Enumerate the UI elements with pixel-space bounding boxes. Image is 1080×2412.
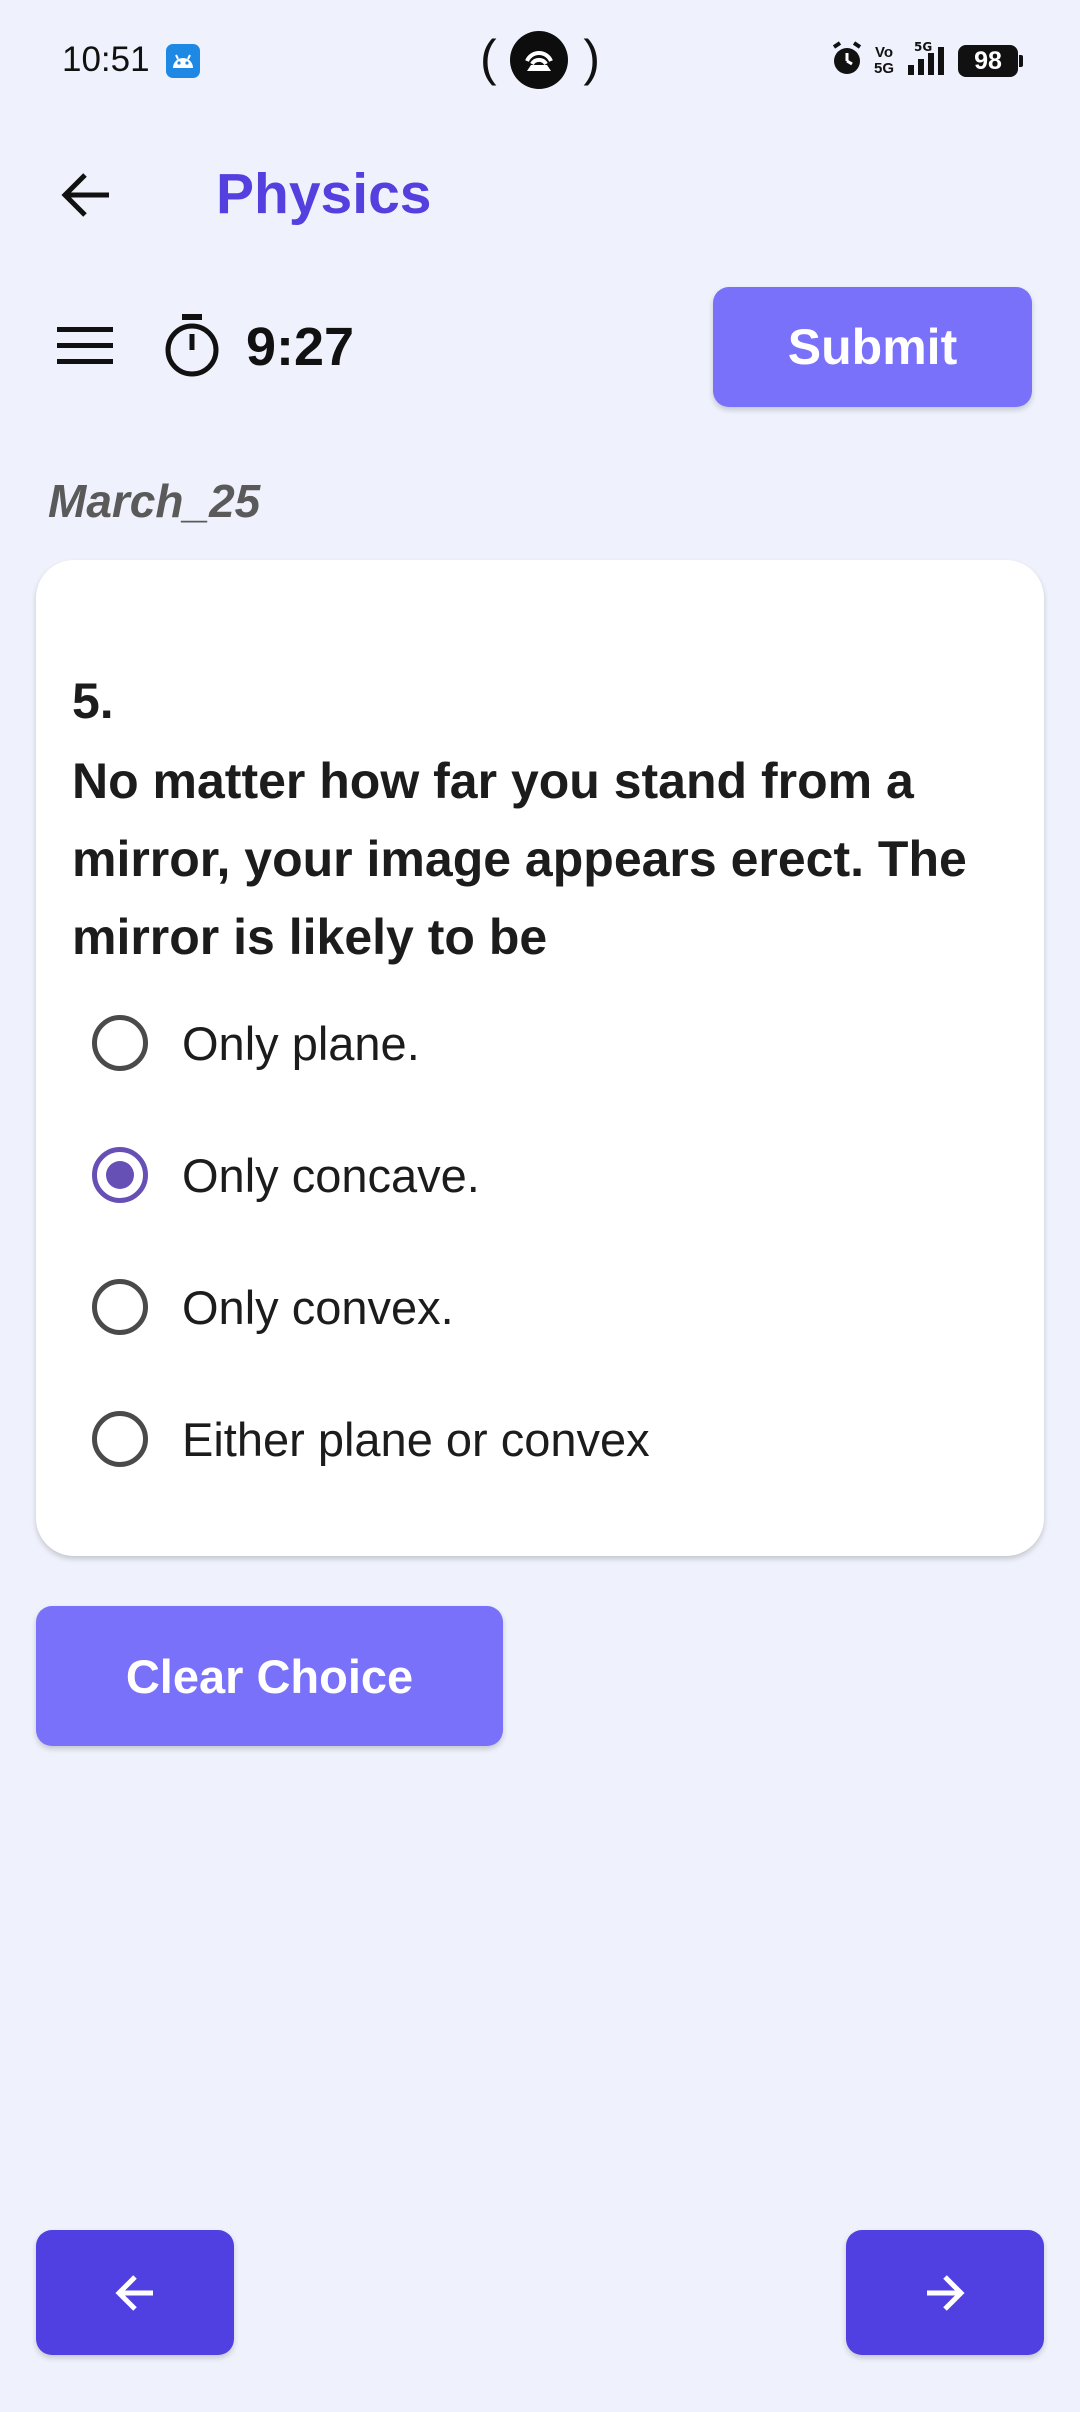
option-1[interactable]: Only plane. <box>72 993 992 1093</box>
svg-text:5G: 5G <box>914 41 932 54</box>
option-4[interactable]: Either plane or convex <box>72 1389 992 1489</box>
option-3[interactable]: Only convex. <box>72 1257 992 1357</box>
hotspot-indicator: ( ) <box>480 28 600 94</box>
back-button[interactable] <box>52 160 122 230</box>
radio-button-selected[interactable] <box>92 1147 148 1203</box>
menu-button[interactable] <box>50 310 120 380</box>
stopwatch-icon <box>160 310 224 380</box>
question-text: No matter how far you stand from a mirro… <box>72 753 967 965</box>
volte-icon: Vo 5G <box>874 44 895 77</box>
timer: 9:27 <box>246 317 355 377</box>
clear-choice-button[interactable]: Clear Choice <box>36 1606 503 1746</box>
option-2[interactable]: Only concave. <box>72 1125 992 1225</box>
submit-button[interactable]: Submit <box>713 287 1032 407</box>
radio-button[interactable] <box>92 1411 148 1467</box>
radio-button[interactable] <box>92 1279 148 1335</box>
arrow-left-icon <box>115 2274 153 2311</box>
previous-question-button[interactable] <box>36 2230 234 2355</box>
option-label: Only plane. <box>182 1016 420 1070</box>
status-icons: Vo 5G 5G 98 <box>830 40 1023 82</box>
arrow-right-icon <box>927 2274 965 2311</box>
alarm-icon <box>830 40 864 82</box>
status-bar: 10:51 ( ) Vo 5G 5G 98 <box>0 0 1080 124</box>
status-time: 10:51 <box>62 40 150 79</box>
hamburger-menu-icon <box>57 327 113 364</box>
question-number: 5. <box>72 673 114 729</box>
option-label: Either plane or convex <box>182 1412 650 1466</box>
option-label: Only convex. <box>182 1280 454 1334</box>
next-question-button[interactable] <box>846 2230 1044 2355</box>
signal-5g-icon: 5G <box>904 40 948 82</box>
arrow-left-icon <box>61 173 109 217</box>
battery-icon: 98 <box>958 45 1023 77</box>
radio-button[interactable] <box>92 1015 148 1071</box>
page-title: Physics <box>216 162 432 226</box>
android-icon <box>166 44 200 78</box>
hotspot-icon <box>510 31 568 89</box>
section-label: March_25 <box>48 475 261 527</box>
option-label: Only concave. <box>182 1148 480 1202</box>
